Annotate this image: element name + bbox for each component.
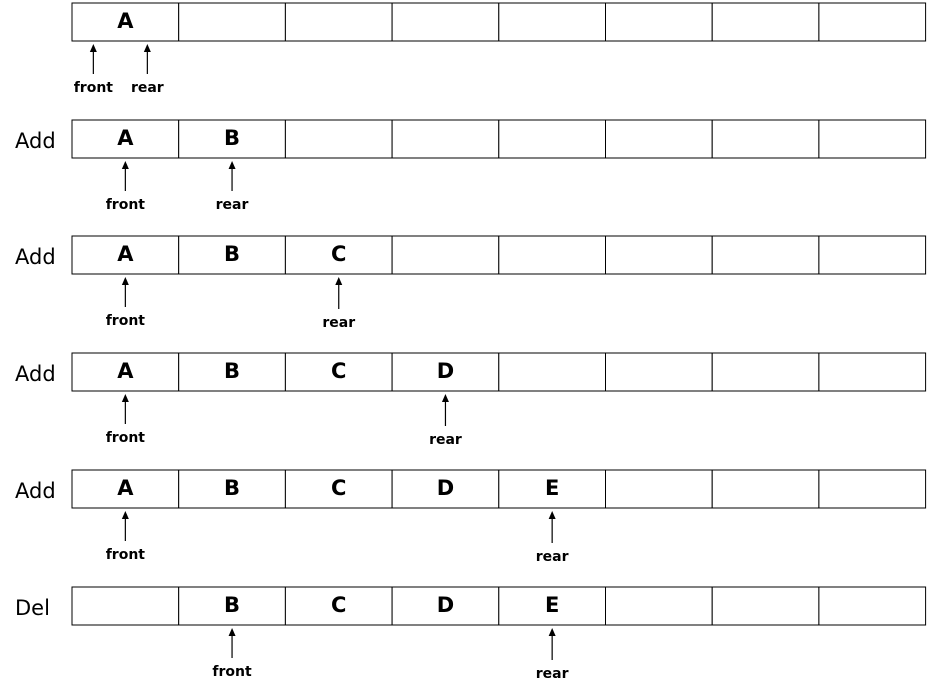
cell-value: B bbox=[224, 359, 240, 383]
queue-row: Add A B Cfront rear bbox=[15, 235, 927, 331]
rear-pointer: rear bbox=[536, 511, 569, 565]
queue-cell bbox=[818, 2, 927, 42]
rear-pointer: rear bbox=[131, 44, 164, 96]
queue-cell bbox=[711, 586, 820, 626]
queue-cell bbox=[391, 2, 500, 42]
arrow-head-icon bbox=[121, 394, 129, 402]
queue-cell bbox=[711, 235, 820, 275]
arrow-head-icon bbox=[121, 277, 129, 285]
rear-pointer: rear bbox=[322, 277, 355, 331]
queue-row: Add A Bfront rear bbox=[15, 119, 927, 213]
pointer-label: front bbox=[106, 547, 146, 563]
cell-value: E bbox=[545, 593, 559, 617]
queue-cell bbox=[498, 2, 606, 42]
cell-value: B bbox=[224, 126, 240, 150]
queue-row: Add A B C Dfront rear bbox=[15, 352, 927, 448]
queue-cell bbox=[498, 119, 606, 159]
operation-label: Add bbox=[15, 362, 56, 386]
pointer-label: rear bbox=[429, 432, 462, 448]
queue-cell bbox=[711, 119, 820, 159]
queue-cell bbox=[605, 235, 713, 275]
arrow-head-icon bbox=[121, 511, 129, 519]
queue-cell bbox=[605, 352, 713, 392]
pointer-label: rear bbox=[322, 315, 355, 331]
queue-cell bbox=[178, 2, 286, 42]
queue-cell bbox=[605, 469, 713, 509]
operation-label: Add bbox=[15, 245, 56, 269]
cell-value: A bbox=[117, 359, 134, 383]
queue-cell bbox=[71, 586, 180, 626]
cell-value: B bbox=[224, 476, 240, 500]
queue-cell bbox=[818, 352, 927, 392]
arrow-head-icon bbox=[89, 44, 97, 52]
cell-value: B bbox=[224, 242, 240, 266]
front-pointer: front bbox=[106, 394, 146, 446]
queue-cell bbox=[284, 119, 393, 159]
cell-value: D bbox=[437, 476, 454, 500]
queue-cell bbox=[498, 352, 606, 392]
queue-cell bbox=[284, 2, 393, 42]
front-pointer: front bbox=[106, 277, 146, 329]
pointer-label: front bbox=[106, 313, 146, 329]
arrow-head-icon bbox=[143, 44, 151, 52]
arrow-head-icon bbox=[335, 277, 343, 285]
pointer-label: rear bbox=[536, 549, 569, 565]
cell-value: A bbox=[117, 476, 134, 500]
rear-pointer: rear bbox=[536, 628, 569, 682]
arrow-head-icon bbox=[228, 628, 236, 636]
pointer-label: front bbox=[212, 664, 252, 680]
queue-cell bbox=[818, 586, 927, 626]
pointer-label: rear bbox=[536, 666, 569, 682]
arrow-head-icon bbox=[121, 161, 129, 169]
pointer-label: front bbox=[106, 430, 146, 446]
operation-label: Add bbox=[15, 129, 56, 153]
queue-row: Add A B C D Efront rear bbox=[15, 469, 927, 565]
operation-label: Del bbox=[15, 596, 50, 620]
cell-value: D bbox=[437, 359, 454, 383]
cell-value: A bbox=[117, 242, 134, 266]
queue-diagram: Afront rearAdd A Bfront rearAdd A B Cfront rearA… bbox=[15, 2, 927, 682]
cell-value: A bbox=[117, 9, 134, 33]
cell-value: D bbox=[437, 593, 454, 617]
pointer-label: front bbox=[106, 197, 146, 213]
rear-pointer: rear bbox=[429, 394, 462, 448]
queue-cell bbox=[818, 119, 927, 159]
arrow-head-icon bbox=[548, 628, 556, 636]
cell-value: A bbox=[117, 126, 134, 150]
front-pointer: front bbox=[106, 161, 146, 213]
cell-value: C bbox=[331, 593, 346, 617]
pointer-label: front bbox=[74, 80, 114, 96]
queue-cell bbox=[605, 2, 713, 42]
queue-cell bbox=[391, 235, 500, 275]
cell-value: B bbox=[224, 593, 240, 617]
queue-cell bbox=[818, 235, 927, 275]
operation-label: Add bbox=[15, 479, 56, 503]
queue-cell bbox=[605, 119, 713, 159]
rear-pointer: rear bbox=[216, 161, 249, 213]
queue-cell bbox=[818, 469, 927, 509]
queue-cell bbox=[605, 586, 713, 626]
queue-row: Afront rear bbox=[71, 2, 927, 96]
cell-value: C bbox=[331, 359, 346, 383]
queue-cell bbox=[391, 119, 500, 159]
front-pointer: front bbox=[106, 511, 146, 563]
arrow-head-icon bbox=[548, 511, 556, 519]
arrow-head-icon bbox=[441, 394, 449, 402]
queue-cell bbox=[711, 2, 820, 42]
cell-value: C bbox=[331, 476, 346, 500]
queue-row: Del B C D Efront rear bbox=[15, 586, 927, 682]
front-pointer: front bbox=[74, 44, 114, 96]
arrow-head-icon bbox=[228, 161, 236, 169]
queue-cell bbox=[498, 235, 606, 275]
pointer-label: rear bbox=[216, 197, 249, 213]
cell-value: C bbox=[331, 242, 346, 266]
pointer-label: rear bbox=[131, 80, 164, 96]
cell-value: E bbox=[545, 476, 559, 500]
front-pointer: front bbox=[212, 628, 252, 680]
queue-cell bbox=[711, 469, 820, 509]
queue-cell bbox=[711, 352, 820, 392]
